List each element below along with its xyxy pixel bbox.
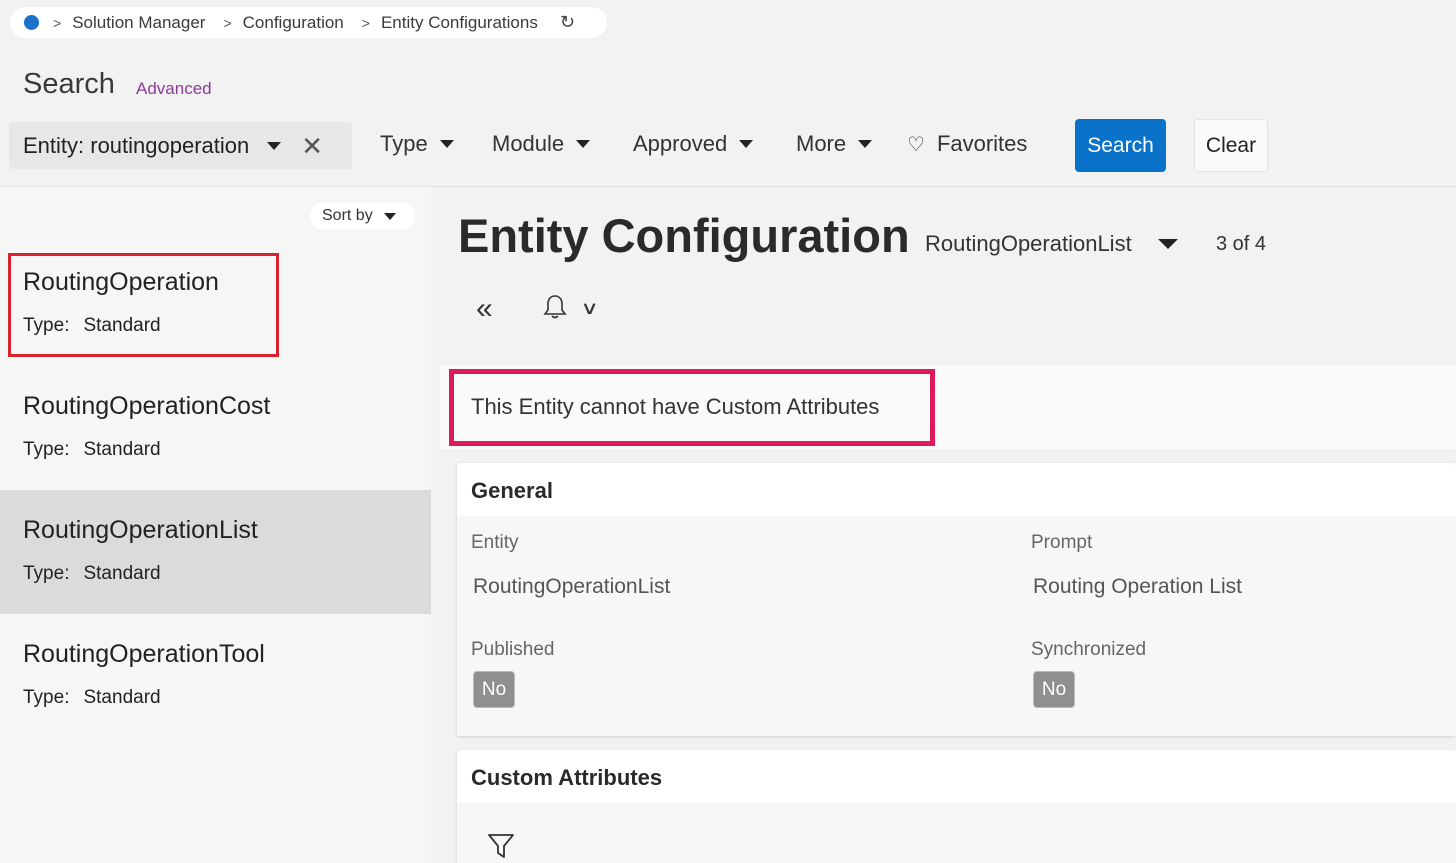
list-item-type: Type: Standard	[23, 687, 161, 708]
general-card: General Entity RoutingOperationList Prom…	[457, 463, 1456, 736]
module-filter-dropdown[interactable]: Module	[492, 131, 591, 157]
entity-field-value: RoutingOperationList	[473, 575, 671, 598]
custom-attributes-body	[457, 803, 1456, 863]
list-item[interactable]: RoutingOperationCost Type: Standard	[0, 366, 431, 490]
entity-filter-label: Entity: routingoperation	[23, 132, 250, 158]
entity-list-panel: Sort by RoutingOperation Type: Standard R…	[0, 187, 431, 863]
advanced-search-link[interactable]: Advanced	[136, 79, 212, 99]
sort-by-label: Sort by	[322, 207, 373, 224]
list-item[interactable]: RoutingOperationTool Type: Standard	[0, 614, 431, 738]
list-item-type: Type: Standard	[23, 563, 161, 584]
close-icon[interactable]: ✕	[301, 133, 323, 159]
highlight-box	[8, 253, 279, 357]
prompt-field-value: Routing Operation List	[1033, 575, 1242, 598]
list-item-type: Type: Standard	[23, 439, 161, 460]
sort-by-dropdown[interactable]: Sort by	[310, 202, 415, 230]
general-card-title: General	[471, 478, 553, 503]
list-item-name: RoutingOperationList	[23, 516, 258, 544]
record-selector-label: RoutingOperationList	[925, 231, 1132, 256]
list-item-name: RoutingOperationCost	[23, 392, 271, 420]
breadcrumb-entity-configurations[interactable]: Entity Configurations	[381, 13, 538, 33]
caret-down-icon	[1157, 239, 1178, 249]
refresh-icon[interactable]: ↻	[560, 12, 575, 33]
chevron-down-icon[interactable]: ∨	[580, 298, 598, 319]
custom-attributes-title: Custom Attributes	[471, 765, 663, 790]
chevron-right-icon: >	[223, 14, 232, 31]
caret-down-icon	[576, 140, 591, 148]
list-item-selected[interactable]: RoutingOperationList Type: Standard	[0, 490, 431, 614]
breadcrumb-configuration[interactable]: Configuration	[243, 13, 344, 33]
bell-icon[interactable]	[543, 294, 567, 325]
list-item-name: RoutingOperationTool	[23, 640, 265, 668]
double-chevron-left-icon[interactable]: «	[476, 292, 493, 326]
clear-button[interactable]: Clear	[1194, 119, 1268, 172]
approved-filter-label: Approved	[633, 131, 728, 156]
breadcrumb: > Solution Manager > Configuration > Ent…	[10, 7, 607, 38]
custom-attributes-notice: This Entity cannot have Custom Attribute…	[449, 369, 935, 446]
breadcrumb-solution-manager[interactable]: Solution Manager	[72, 13, 205, 33]
favorites-button[interactable]: ♡ Favorites	[907, 131, 1027, 157]
synchronized-status-badge: No	[1033, 671, 1075, 708]
entity-filter-chip[interactable]: Entity: routingoperation ✕	[9, 122, 352, 169]
chevron-right-icon: >	[53, 14, 62, 31]
module-filter-label: Module	[492, 131, 565, 156]
general-card-body: Entity RoutingOperationList Prompt Routi…	[457, 516, 1456, 736]
caret-down-icon	[739, 140, 754, 148]
filter-icon[interactable]	[487, 833, 515, 863]
entity-field-label: Entity	[471, 532, 519, 553]
published-field-label: Published	[471, 639, 555, 660]
prompt-field-label: Prompt	[1031, 532, 1093, 553]
more-filter-dropdown[interactable]: More	[796, 131, 873, 157]
synchronized-field-label: Synchronized	[1031, 639, 1147, 660]
caret-down-icon	[858, 140, 873, 148]
type-filter-dropdown[interactable]: Type	[380, 131, 454, 157]
type-filter-label: Type	[380, 131, 428, 156]
caret-down-icon	[439, 140, 454, 148]
page-title: Entity Configuration	[458, 209, 910, 262]
custom-attributes-card: Custom Attributes	[457, 750, 1456, 863]
more-filter-label: More	[796, 131, 847, 156]
caret-down-icon[interactable]	[267, 141, 282, 150]
chevron-right-icon: >	[361, 14, 370, 31]
record-selector-dropdown[interactable]: RoutingOperationList	[925, 231, 1178, 257]
record-page-count: 3 of 4	[1216, 233, 1267, 255]
home-icon[interactable]	[24, 15, 39, 30]
favorites-label: Favorites	[936, 131, 1028, 156]
search-title: Search	[23, 68, 115, 100]
published-status-badge: No	[473, 671, 515, 708]
search-button[interactable]: Search	[1075, 119, 1166, 172]
heart-icon: ♡	[907, 133, 925, 156]
caret-down-icon	[383, 212, 396, 220]
approved-filter-dropdown[interactable]: Approved	[633, 131, 754, 157]
